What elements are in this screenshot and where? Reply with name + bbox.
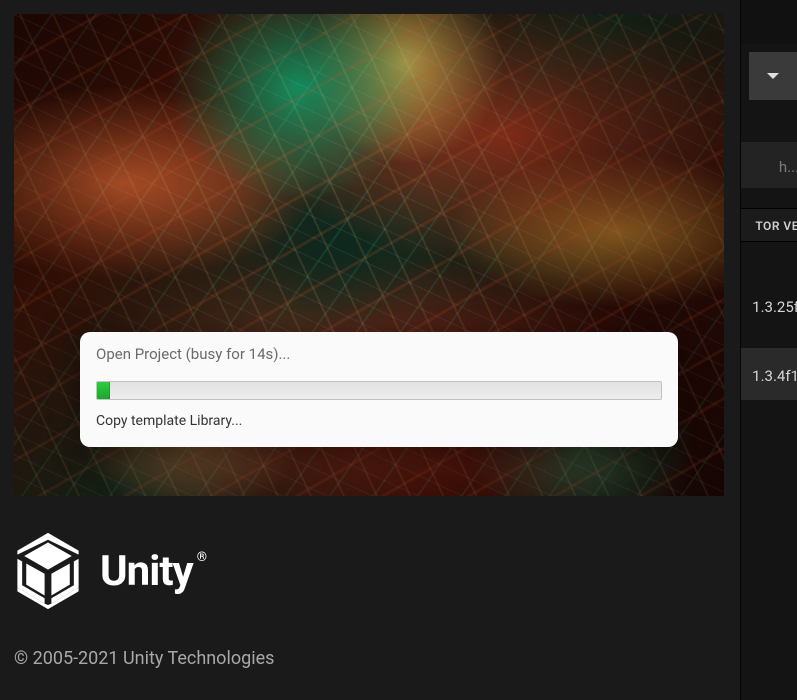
sidebar-fragment: h... TOR VE 1.3.25f 1.3.4f1 [740,0,797,700]
copyright-text: © 2005-2021 Unity Technologies [14,648,740,669]
registered-mark: ® [197,550,207,565]
dialog-title: Open Project (busy for 14s)... [96,345,662,363]
version-label[interactable]: 1.3.25f [752,298,797,316]
dialog-status-text: Copy template Library... [96,413,662,429]
progress-dialog: Open Project (busy for 14s)... Copy temp… [80,332,678,447]
progress-bar [96,381,662,400]
version-label[interactable]: 1.3.4f1 [752,367,797,385]
search-input[interactable]: h... [779,158,797,176]
unity-cube-icon [14,532,82,610]
dropdown-button[interactable] [749,52,797,100]
sidebar-top-strip [741,0,797,44]
unity-logo: Unity® [14,532,740,610]
unity-wordmark: Unity® [100,547,207,596]
column-header-editor-version[interactable]: TOR VE [755,219,797,233]
progress-bar-fill [97,382,110,399]
splash-image: Open Project (busy for 14s)... Copy temp… [14,14,724,496]
chevron-down-icon [767,73,779,79]
